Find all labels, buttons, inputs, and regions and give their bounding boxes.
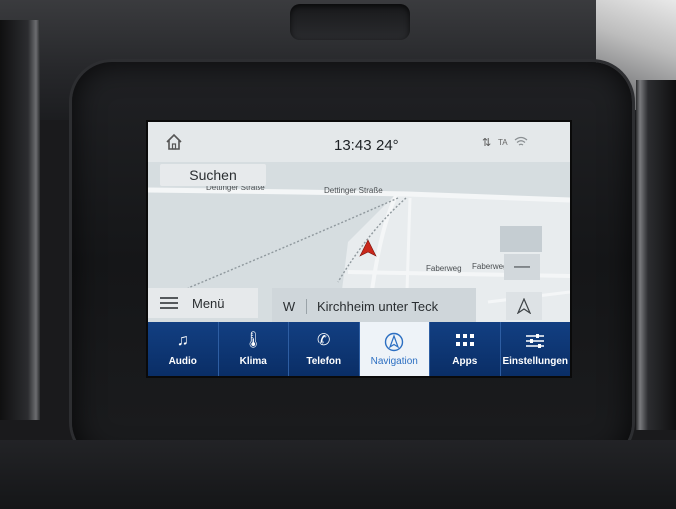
status-bar: 13:43 24° ⇅ TA xyxy=(148,122,570,163)
tab-apps[interactable]: Apps xyxy=(430,322,501,376)
signal-icon xyxy=(514,136,528,146)
street-label: Dettinger Straße xyxy=(324,186,383,195)
home-button[interactable] xyxy=(160,128,188,156)
phone-icon: ✆ xyxy=(317,332,331,349)
tab-einstellungen[interactable]: Einstellungen xyxy=(501,322,571,376)
destination-bar[interactable]: W Kirchheim unter Teck xyxy=(272,288,476,324)
heading-direction: W xyxy=(272,298,307,314)
traffic-announcement-label: TA xyxy=(498,138,508,147)
tab-klima[interactable]: 🌡 Klima xyxy=(219,322,289,376)
bottom-tab-bar: ♫ Audio 🌡 Klima ✆ Telefon Navigation App… xyxy=(148,322,570,376)
zoom-in-button[interactable] xyxy=(500,226,542,252)
tab-label: Apps xyxy=(452,356,478,367)
home-icon xyxy=(166,133,182,150)
hamburger-icon xyxy=(160,294,178,312)
tab-label: Einstellungen xyxy=(502,356,569,367)
menu-button[interactable]: Menü xyxy=(148,288,258,318)
navigation-icon xyxy=(360,330,430,356)
street-label: Faberweg xyxy=(472,262,508,271)
tab-label: Navigation xyxy=(370,356,418,367)
tab-label: Klima xyxy=(239,356,267,367)
tab-audio[interactable]: ♫ Audio xyxy=(148,322,219,376)
apps-grid-icon xyxy=(430,330,500,356)
dashboard-bottom xyxy=(0,440,676,509)
compass-button[interactable] xyxy=(506,292,542,320)
dashboard-vent xyxy=(290,4,410,40)
clock: 13:43 xyxy=(334,137,372,154)
tab-navigation[interactable]: Navigation xyxy=(359,322,430,376)
data-arrows-icon: ⇅ xyxy=(482,137,492,149)
thermometer-icon: 🌡 xyxy=(243,332,264,349)
infotainment-screen: 13:43 24° ⇅ TA Dettinger Straße Dettinge… xyxy=(148,122,570,376)
street-label: Faberweg xyxy=(426,264,462,273)
destination-name: Kirchheim unter Teck xyxy=(317,298,439,314)
zoom-out-button[interactable]: — xyxy=(504,254,540,280)
tab-label: Audio xyxy=(168,356,197,367)
compass-arrow-icon xyxy=(516,297,532,315)
settings-sliders-icon xyxy=(501,330,571,356)
right-trim xyxy=(636,80,676,430)
music-note-icon: ♫ xyxy=(176,332,189,349)
tab-label: Telefon xyxy=(306,356,342,367)
outside-temperature: 24° xyxy=(376,137,399,154)
tab-telefon[interactable]: ✆ Telefon xyxy=(289,322,360,376)
search-button[interactable]: Suchen xyxy=(160,164,266,186)
left-trim xyxy=(0,20,40,420)
menu-label: Menü xyxy=(192,295,225,311)
